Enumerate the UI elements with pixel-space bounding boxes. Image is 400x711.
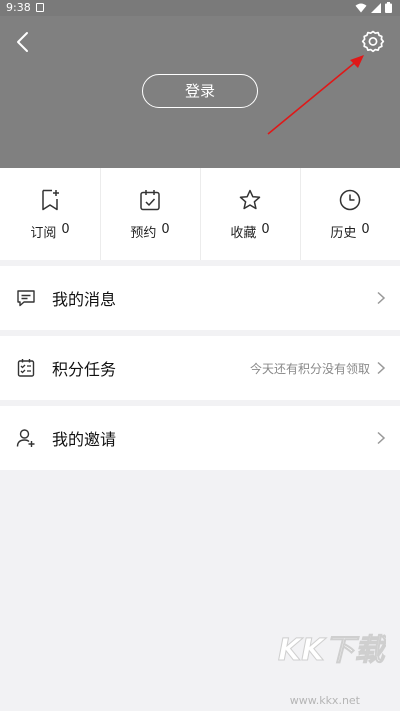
chevron-right-icon [377,291,386,305]
add-user-icon [16,429,35,447]
stat-history[interactable]: 历史 0 [300,168,400,260]
back-arrow-icon[interactable] [12,30,36,54]
menu-item-messages[interactable]: 我的消息 [0,266,400,330]
login-button[interactable]: 登录 [142,74,258,108]
stat-label: 订阅 [30,226,57,241]
annotation-arrow [267,55,364,135]
menu-item-title: 积分任务 [52,360,117,379]
signal-icon [371,2,381,13]
chevron-right-icon [377,361,386,375]
battery-icon [385,2,392,13]
points-unclaimed-hint: 今天还有积分没有领取 [249,361,370,376]
task-list-icon [17,359,35,377]
calendar-check-icon [140,190,160,211]
star-icon [239,189,261,210]
menu-item-invitations[interactable]: 我的邀请 [0,406,400,470]
menu-item-title: 我的消息 [52,290,117,309]
watermark-logo: KK下载 [278,633,387,669]
menu-item-title: 我的邀请 [52,430,117,449]
bookmark-add-icon [42,189,59,211]
stats-bar: 订阅 0 预约 0 收藏 0 历史 0 [0,168,400,260]
status-bar: 9:38 [0,0,400,16]
stat-count: 0 [361,222,370,237]
chevron-right-icon [377,431,386,445]
status-icons [355,2,392,13]
stat-count: 0 [161,222,170,237]
stat-count: 0 [261,222,270,237]
profile-header: 登录 [0,16,400,168]
wifi-icon [355,3,367,12]
stat-favorites[interactable]: 收藏 0 [200,168,300,260]
status-time: 9:38 [6,1,31,14]
svg-text:KK下载: KK下载 [278,633,386,668]
stat-label: 收藏 [230,226,257,241]
stat-label: 预约 [130,226,157,241]
sd-card-icon [36,3,44,12]
stat-subscriptions[interactable]: 订阅 0 [0,168,100,260]
stat-count: 0 [61,222,70,237]
clock-icon [339,189,361,211]
watermark-url: www.kkx.net [289,694,360,707]
stat-reservations[interactable]: 预约 0 [100,168,200,260]
stat-label: 历史 [330,226,357,241]
message-icon [17,290,35,307]
menu-item-points-tasks[interactable]: 积分任务 今天还有积分没有领取 [0,336,400,400]
